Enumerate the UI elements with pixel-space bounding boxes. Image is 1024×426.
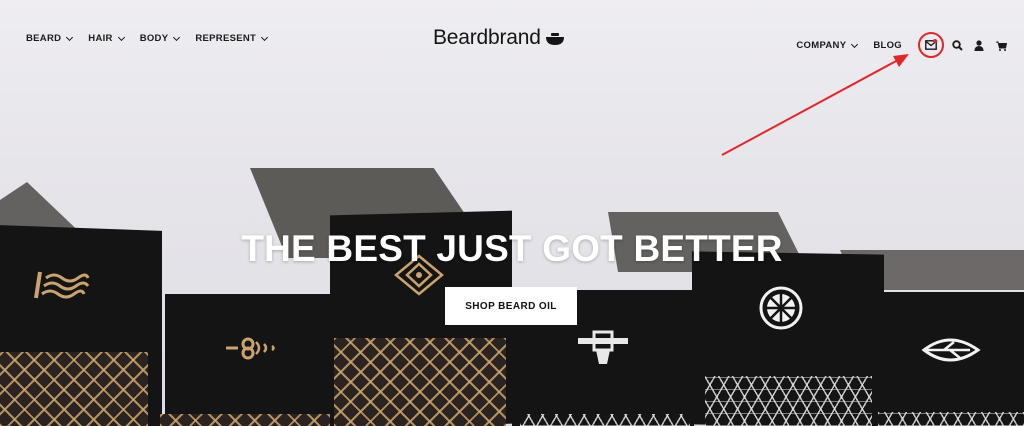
annotation-arrow xyxy=(721,54,909,156)
